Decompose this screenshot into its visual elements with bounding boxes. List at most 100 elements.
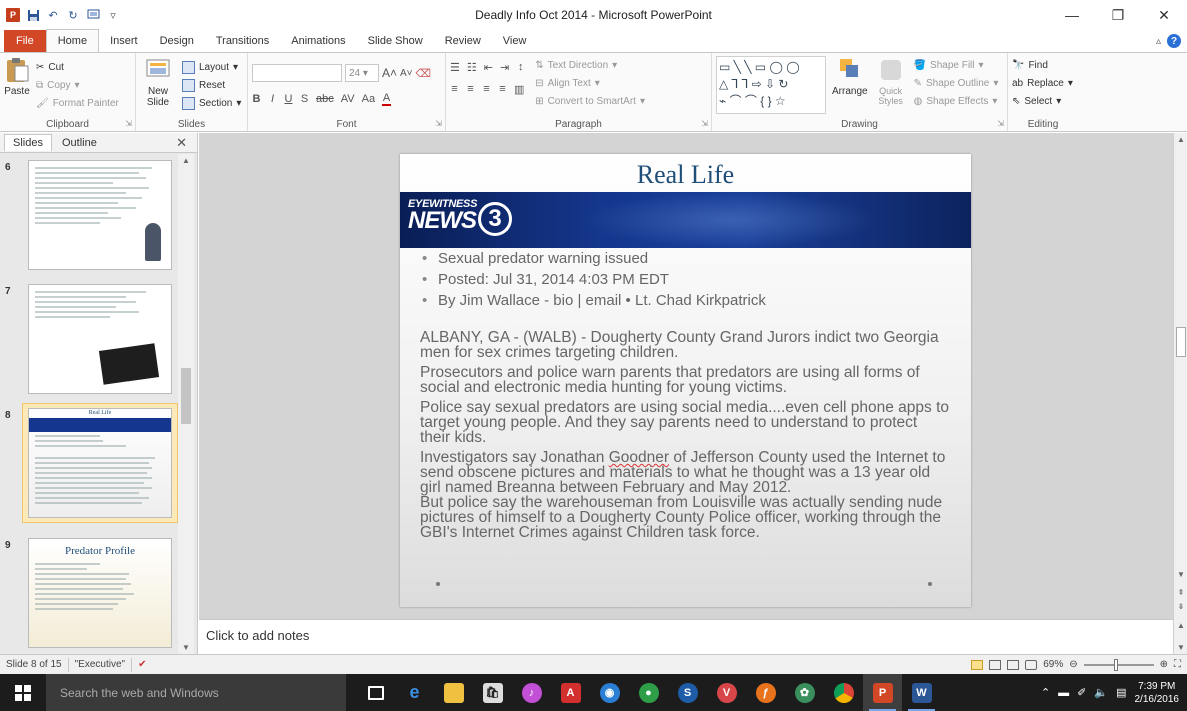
scroll-down-icon[interactable]: ▼ bbox=[1174, 570, 1187, 579]
reset-button[interactable]: Reset bbox=[182, 76, 241, 94]
font-size-box[interactable]: 24 ▾ bbox=[345, 64, 379, 82]
bullet-list[interactable]: Sexual predator warning issued Posted: J… bbox=[420, 250, 766, 313]
cut-button[interactable]: ✂ Cut bbox=[36, 58, 119, 76]
line-spacing-icon[interactable]: ↕ bbox=[516, 61, 525, 73]
new-slide-button[interactable]: New Slide bbox=[140, 56, 176, 112]
paste-button[interactable]: Paste bbox=[4, 56, 30, 112]
quick-styles-button[interactable]: Quick Styles bbox=[874, 56, 908, 114]
replace-button[interactable]: ab Replace ▾ bbox=[1012, 74, 1074, 92]
itunes-icon[interactable]: ♪ bbox=[512, 674, 551, 711]
network-icon[interactable]: ▬ bbox=[1058, 687, 1069, 699]
task-view-icon[interactable] bbox=[356, 674, 395, 711]
slide-show-view-icon[interactable] bbox=[1025, 659, 1038, 670]
arrange-button[interactable]: Arrange bbox=[832, 56, 868, 114]
powerpoint-taskbar-icon[interactable]: P bbox=[863, 674, 902, 711]
scroll-up-icon[interactable]: ▲ bbox=[1174, 135, 1187, 144]
select-button[interactable]: ⇖ Select ▾ bbox=[1012, 92, 1074, 110]
bold-icon[interactable]: B bbox=[252, 93, 261, 105]
blue-swirl-app-icon[interactable]: S bbox=[668, 674, 707, 711]
grow-font-icon[interactable]: A˄ bbox=[382, 66, 397, 80]
slide-title[interactable]: Real Life bbox=[400, 160, 971, 190]
notes-placeholder[interactable]: Click to add notes bbox=[206, 628, 309, 643]
editor-scrollbar[interactable]: ▲ ▼ ⇞ ⇟ bbox=[1173, 133, 1187, 619]
close-button[interactable]: ✕ bbox=[1141, 0, 1187, 30]
character-spacing-icon[interactable]: AV bbox=[341, 93, 355, 105]
shape-outline-button[interactable]: ✎ Shape Outline ▾ bbox=[914, 74, 999, 92]
shapes-gallery[interactable]: ▭ ╲ ╲ ▭ ◯ ◯ △ ⅂ ⅂ ⇨ ⇩ ↻ ⌁ ⌒ ⌒ { } ☆ bbox=[716, 56, 826, 114]
tab-outline[interactable]: Outline bbox=[54, 135, 105, 151]
undo-icon[interactable]: ↶ bbox=[46, 8, 60, 22]
tab-animations[interactable]: Animations bbox=[280, 30, 356, 52]
notes-scrollbar[interactable]: ▲ ▼ bbox=[1173, 619, 1187, 654]
zoom-level[interactable]: 69% bbox=[1043, 659, 1063, 670]
tab-review[interactable]: Review bbox=[434, 30, 492, 52]
save-icon[interactable] bbox=[26, 8, 40, 22]
section-button[interactable]: Section ▾ bbox=[182, 94, 241, 112]
notifications-icon[interactable]: ▤ bbox=[1116, 686, 1126, 699]
font-dialog-launcher-icon[interactable]: ⇲ bbox=[435, 119, 442, 128]
decrease-indent-icon[interactable]: ⇤ bbox=[484, 61, 493, 74]
find-button[interactable]: 🔭 Find bbox=[1012, 56, 1074, 74]
taskbar-clock[interactable]: 7:39 PM 2/16/2016 bbox=[1135, 680, 1180, 706]
text-direction-button[interactable]: ⇅ Text Direction ▾ bbox=[535, 56, 645, 74]
firefox-icon[interactable]: ƒ bbox=[746, 674, 785, 711]
vivaldi-icon[interactable]: V bbox=[707, 674, 746, 711]
columns-icon[interactable]: ▥ bbox=[514, 83, 524, 96]
show-hidden-icons[interactable]: ⌃ bbox=[1041, 686, 1050, 699]
underline-icon[interactable]: U bbox=[284, 93, 293, 105]
tab-insert[interactable]: Insert bbox=[99, 30, 149, 52]
font-color-icon[interactable]: A bbox=[382, 92, 392, 106]
align-text-button[interactable]: ⊟ Align Text ▾ bbox=[535, 74, 645, 92]
scroll-down-icon[interactable]: ▼ bbox=[178, 643, 194, 652]
bullets-icon[interactable]: ☰ bbox=[450, 61, 460, 74]
thumbnail-scrollbar[interactable]: ▲ ▼ bbox=[178, 154, 194, 654]
restore-button[interactable]: ❐ bbox=[1095, 0, 1141, 30]
edge-icon[interactable]: e bbox=[395, 674, 434, 711]
italic-icon[interactable]: I bbox=[268, 93, 277, 105]
convert-smartart-button[interactable]: ⊞ Convert to SmartArt ▾ bbox=[535, 92, 645, 110]
increase-indent-icon[interactable]: ⇥ bbox=[500, 61, 509, 74]
tab-design[interactable]: Design bbox=[149, 30, 205, 52]
slide-body-text[interactable]: ALBANY, GA - (WALB) - Dougherty County G… bbox=[420, 330, 950, 545]
paint-app-icon[interactable]: ✿ bbox=[785, 674, 824, 711]
minimize-button[interactable]: — bbox=[1049, 0, 1095, 30]
scroll-up-icon[interactable]: ▲ bbox=[1174, 621, 1187, 630]
scroll-down-icon[interactable]: ▼ bbox=[1174, 643, 1187, 652]
dialog-launcher-icon[interactable]: ⇲ bbox=[125, 119, 132, 128]
drawing-dialog-launcher-icon[interactable]: ⇲ bbox=[997, 119, 1004, 128]
slide-canvas[interactable]: Real Life EYEWITNESS NEWS 3 Sexual preda… bbox=[400, 154, 971, 607]
align-center-icon[interactable]: ≡ bbox=[466, 83, 475, 95]
shape-effects-button[interactable]: ◍ Shape Effects ▾ bbox=[914, 92, 999, 110]
chrome-icon[interactable] bbox=[824, 674, 863, 711]
tab-slides[interactable]: Slides bbox=[4, 134, 52, 151]
normal-view-icon[interactable] bbox=[971, 659, 984, 670]
reading-view-icon[interactable] bbox=[1007, 659, 1020, 670]
scroll-thumb[interactable] bbox=[1176, 327, 1186, 357]
spell-check-icon[interactable]: ✔︎ bbox=[132, 658, 152, 672]
tab-slide-show[interactable]: Slide Show bbox=[357, 30, 434, 52]
scroll-up-icon[interactable]: ▲ bbox=[178, 156, 194, 165]
numbering-icon[interactable]: ☷ bbox=[467, 61, 477, 74]
word-taskbar-icon[interactable]: W bbox=[902, 674, 941, 711]
customize-qat-icon[interactable]: ▿ bbox=[106, 8, 120, 22]
align-right-icon[interactable]: ≡ bbox=[482, 83, 491, 95]
store-icon[interactable]: 🛍 bbox=[473, 674, 512, 711]
copy-button[interactable]: ⧉ Copy ▾ bbox=[36, 76, 119, 94]
acrobat-icon[interactable]: A bbox=[551, 674, 590, 711]
scroll-thumb[interactable] bbox=[181, 368, 191, 424]
tab-transitions[interactable]: Transitions bbox=[205, 30, 280, 52]
minimize-ribbon-icon[interactable]: ▵ bbox=[1156, 36, 1161, 47]
paragraph-dialog-launcher-icon[interactable]: ⇲ bbox=[701, 119, 708, 128]
redo-icon[interactable]: ↻ bbox=[66, 8, 80, 22]
taskbar-search-box[interactable]: Search the web and Windows bbox=[46, 674, 346, 711]
strikethrough-icon[interactable]: abc bbox=[316, 93, 334, 105]
zoom-slider[interactable] bbox=[1083, 658, 1154, 671]
zoom-in-icon[interactable]: ⊕ bbox=[1160, 659, 1168, 670]
notes-pane[interactable]: Click to add notes bbox=[199, 619, 1173, 654]
camera-icon[interactable]: ◉ bbox=[590, 674, 629, 711]
tab-file[interactable]: File bbox=[4, 30, 46, 52]
font-name-box[interactable] bbox=[252, 64, 342, 82]
align-left-icon[interactable]: ≡ bbox=[450, 83, 459, 95]
file-explorer-icon[interactable] bbox=[434, 674, 473, 711]
close-pane-icon[interactable]: ✕ bbox=[176, 135, 187, 151]
